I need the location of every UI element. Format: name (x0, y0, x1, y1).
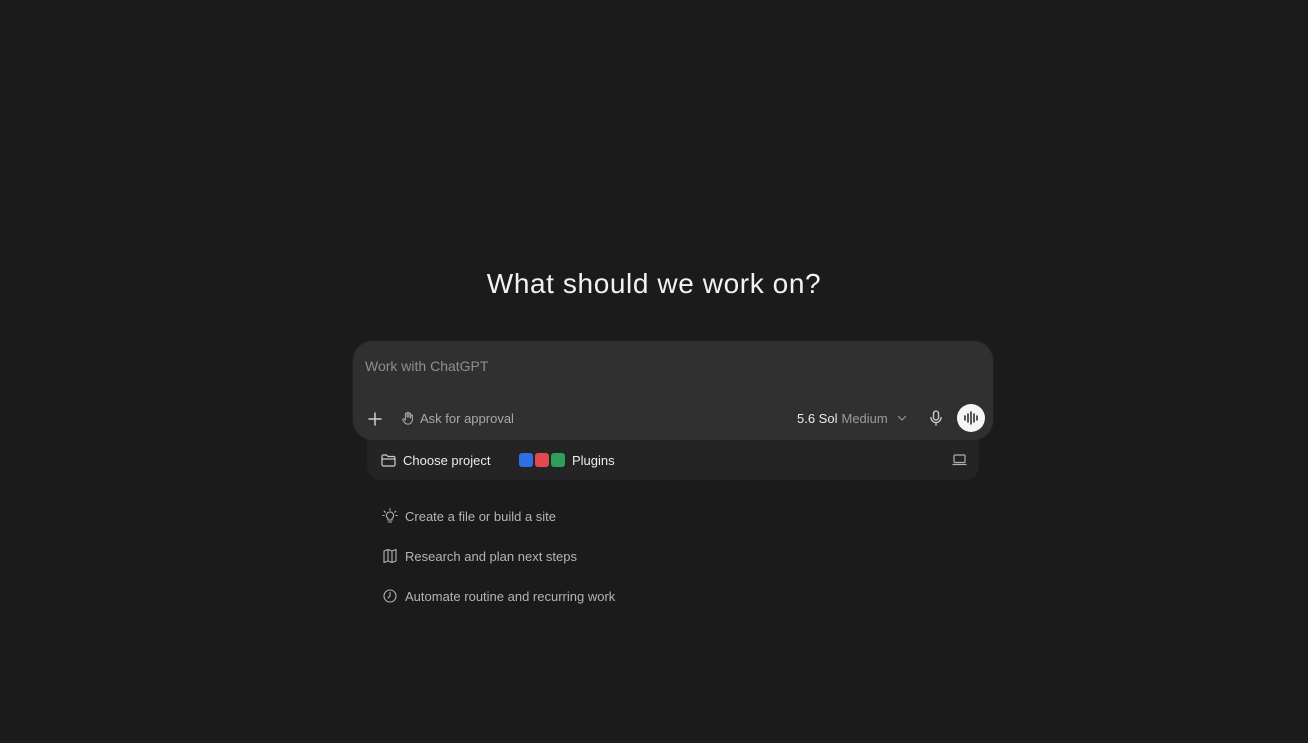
microphone-icon (930, 410, 942, 426)
map-icon (383, 548, 397, 564)
suggestion-label: Research and plan next steps (405, 548, 577, 564)
choose-project-button[interactable]: Choose project (381, 451, 490, 469)
reasoning-effort: Medium (841, 410, 888, 426)
approval-mode-button[interactable]: Ask for approval (401, 408, 514, 428)
chevron-down-icon (897, 415, 906, 421)
project-label: Choose project (403, 452, 491, 468)
composer-footer: Choose project Plugins (367, 440, 979, 480)
hand-icon (402, 411, 413, 425)
composer: Ask for approval 5.6 Sol Medium (353, 341, 993, 440)
environment-button[interactable] (949, 450, 969, 470)
pdf-plugin-icon (535, 453, 549, 467)
clock-icon (383, 589, 397, 603)
suggestion-create-file[interactable]: Create a file or build a site (382, 506, 615, 526)
folder-icon (381, 453, 396, 467)
plugin-icons (519, 453, 565, 467)
plugins-button[interactable]: Plugins (519, 451, 615, 469)
suggestion-automate[interactable]: Automate routine and recurring work (382, 586, 615, 606)
voice-mode-button[interactable] (957, 404, 985, 432)
page: What should we work on? Ask for approval… (0, 0, 1308, 743)
laptop-icon (952, 454, 966, 466)
approval-label: Ask for approval (420, 410, 514, 426)
suggestion-label: Create a file or build a site (405, 508, 557, 524)
sheets-plugin-icon (551, 453, 565, 467)
lightbulb-icon (382, 508, 398, 523)
suggestion-list: Create a file or build a site Research a… (382, 506, 615, 626)
plus-icon (368, 412, 382, 426)
docs-plugin-icon (519, 453, 533, 467)
model-name: 5.6 Sol (797, 410, 838, 426)
page-headline: What should we work on? (486, 268, 822, 299)
prompt-input[interactable] (365, 355, 965, 377)
suggestion-label: Automate routine and recurring work (405, 588, 616, 604)
plugins-label: Plugins (572, 452, 615, 468)
suggestion-research[interactable]: Research and plan next steps (382, 546, 615, 566)
dictate-button[interactable] (925, 407, 947, 429)
waveform-icon (964, 411, 978, 425)
model-selector[interactable]: 5.6 Sol Medium (797, 408, 909, 428)
add-attachment-button[interactable] (363, 407, 387, 431)
